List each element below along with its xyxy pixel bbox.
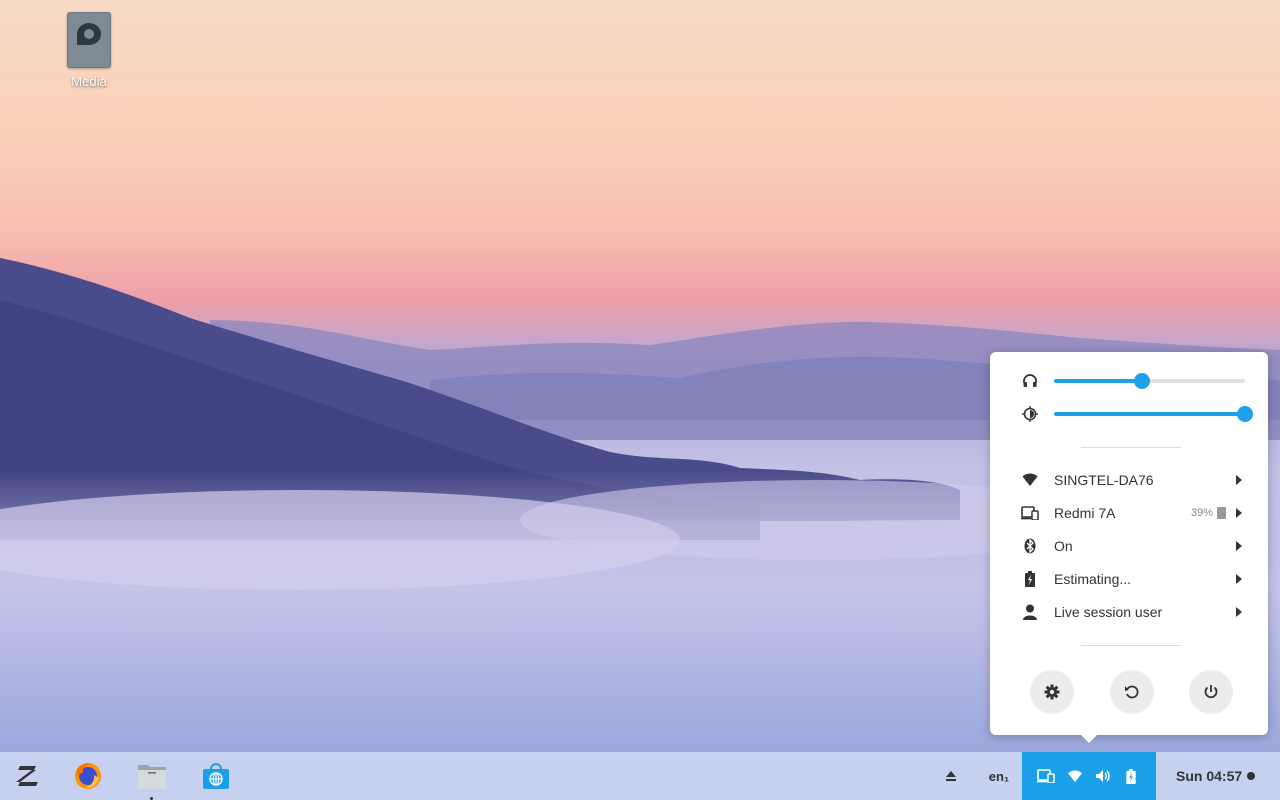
wifi-icon (1020, 470, 1040, 490)
wifi-icon (1066, 752, 1084, 800)
firefox-launcher[interactable] (68, 752, 108, 800)
restart-icon (1125, 685, 1139, 699)
zorin-menu-button[interactable] (8, 752, 48, 800)
settings-gear-icon (1044, 684, 1060, 700)
brightness-slider-row (1020, 404, 1253, 424)
menu-item-label: Estimating... (1054, 571, 1132, 587)
eject-icon (946, 771, 956, 781)
drive-icon (67, 12, 111, 68)
notification-dot (1247, 772, 1256, 780)
volume-icon (1094, 752, 1112, 800)
menu-item-power-status[interactable]: Estimating... (1020, 567, 1246, 591)
menu-item-device[interactable]: Redmi 7A 39% (1020, 501, 1246, 525)
keyboard-layout-label: en₁ (988, 768, 1010, 784)
chevron-right-icon (1236, 541, 1242, 551)
chevron-right-icon (1236, 508, 1242, 518)
user-icon (1020, 602, 1040, 622)
system-menu-popup: SINGTEL-DA76 Redmi 7A 39% On Estimating.… (990, 352, 1268, 743)
battery-icon (1217, 507, 1226, 519)
volume-slider-row (1020, 371, 1246, 391)
chevron-right-icon (1236, 574, 1242, 584)
menu-item-label: Redmi 7A (1054, 505, 1116, 521)
keyboard-layout-indicator[interactable]: en₁ (984, 752, 1014, 800)
software-store-icon (203, 763, 229, 789)
menu-item-user[interactable]: Live session user (1020, 600, 1246, 624)
battery-charging-icon (1020, 569, 1040, 589)
clock-label: Sun 04:57 (1176, 768, 1243, 784)
desktop-icon-media[interactable]: Media (58, 12, 120, 89)
chevron-right-icon (1236, 475, 1242, 485)
settings-button[interactable] (1030, 670, 1074, 714)
device-battery-percent: 39% (1190, 507, 1213, 519)
menu-item-label: Live session user (1054, 604, 1163, 620)
bluetooth-icon (1020, 536, 1040, 556)
files-launcher[interactable] (132, 752, 172, 800)
software-store-launcher[interactable] (196, 752, 236, 800)
headphones-icon (1020, 371, 1040, 391)
power-icon (1204, 685, 1218, 699)
phone-device-icon (1036, 752, 1056, 800)
separator (1081, 645, 1181, 646)
volume-slider-handle[interactable] (1133, 373, 1150, 389)
taskbar: en₁ Sun 04:57 (0, 752, 1280, 800)
volume-slider[interactable] (1054, 373, 1245, 389)
files-icon (138, 765, 166, 789)
brightness-slider-handle[interactable] (1237, 406, 1253, 422)
zorin-menu-icon (16, 766, 38, 786)
menu-item-label: SINGTEL-DA76 (1054, 472, 1154, 488)
menu-item-label: On (1054, 538, 1073, 554)
eject-button[interactable] (938, 752, 964, 800)
system-tray-button[interactable] (1022, 752, 1156, 800)
firefox-icon (75, 763, 101, 789)
menu-item-bluetooth[interactable]: On (1020, 534, 1246, 558)
device-battery: 39% (1191, 507, 1226, 519)
restart-button[interactable] (1110, 670, 1154, 714)
chevron-right-icon (1236, 607, 1242, 617)
brightness-icon (1020, 404, 1040, 424)
power-button[interactable] (1189, 670, 1233, 714)
menu-item-wifi[interactable]: SINGTEL-DA76 (1020, 468, 1246, 492)
desktop-icon-label: Media (71, 74, 107, 89)
phone-device-icon (1020, 503, 1040, 523)
battery-charging-icon (1122, 752, 1140, 800)
brightness-slider[interactable] (1054, 406, 1253, 422)
clock-button[interactable]: Sun 04:57 (1176, 752, 1270, 800)
separator (1081, 447, 1181, 448)
